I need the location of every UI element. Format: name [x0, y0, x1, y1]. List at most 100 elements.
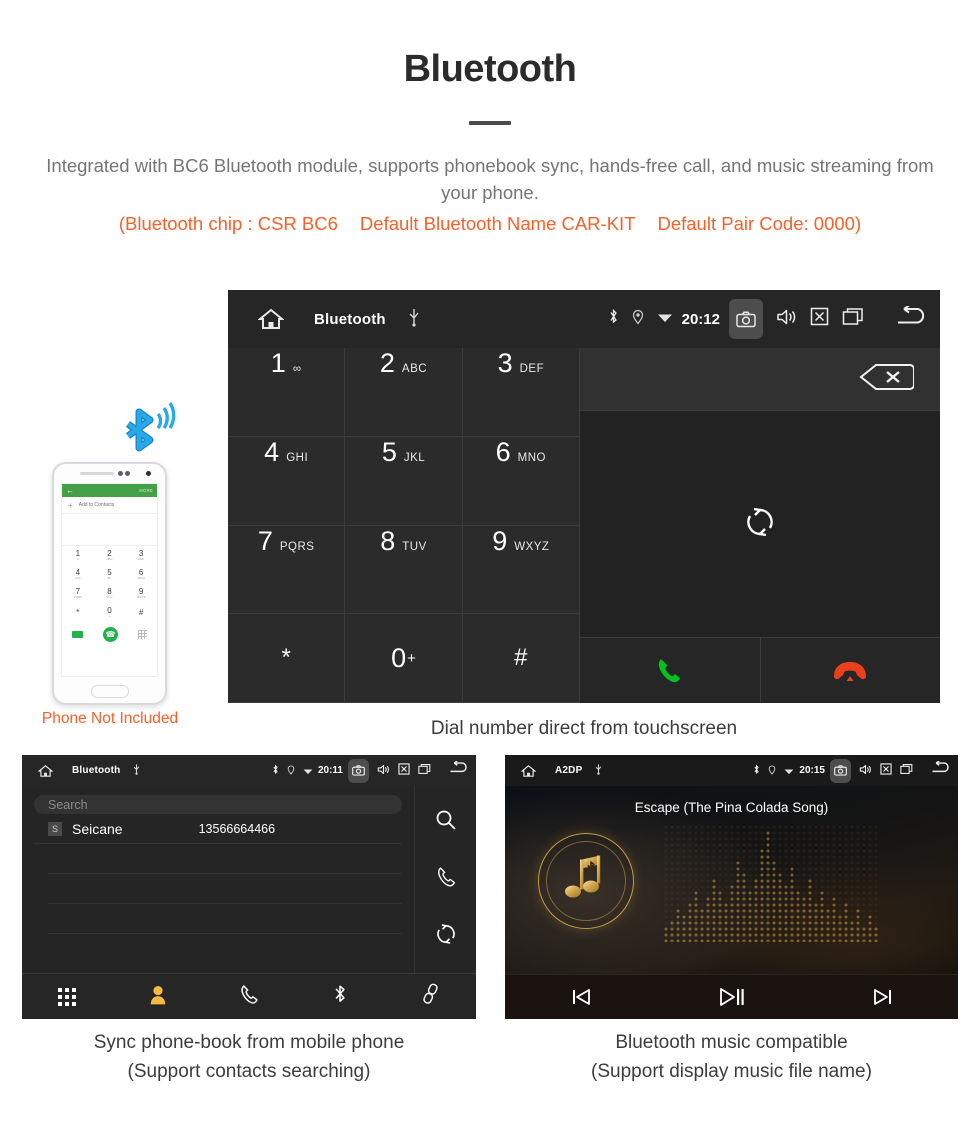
- contacts-side-actions: [414, 786, 476, 973]
- music-body: Escape (The Pina Colada Song): [505, 786, 958, 974]
- key-hash[interactable]: #: [462, 614, 580, 703]
- key-7[interactable]: 7 PQRS: [228, 525, 346, 615]
- key-3[interactable]: 3 DEF: [462, 348, 580, 437]
- album-art-ring: [538, 833, 634, 929]
- status-bar: A2DP 20:15: [505, 755, 958, 786]
- main-caption: Dial number direct from touchscreen: [430, 718, 738, 739]
- key-5[interactable]: 5 JKL: [345, 436, 463, 526]
- volume-icon[interactable]: [776, 308, 797, 331]
- screen-title: A2DP: [555, 765, 583, 776]
- search-icon[interactable]: [435, 809, 457, 836]
- backspace-icon[interactable]: [858, 362, 915, 397]
- contacts-caption-line2: (Support contacts searching): [127, 1061, 371, 1083]
- phone-more-label[interactable]: MORE: [139, 488, 153, 493]
- back-icon[interactable]: [930, 760, 951, 780]
- list-item-empty: [48, 904, 402, 934]
- camera-icon[interactable]: [830, 758, 851, 783]
- volume-icon[interactable]: [859, 762, 872, 780]
- key-9[interactable]: 9 WXYZ: [462, 525, 580, 615]
- key-6[interactable]: 6 MNO: [462, 436, 580, 526]
- previous-button[interactable]: [505, 987, 656, 1007]
- camera-icon[interactable]: [729, 299, 763, 339]
- nav-link[interactable]: [385, 983, 476, 1010]
- recents-icon[interactable]: [418, 762, 431, 780]
- volume-icon[interactable]: [377, 762, 390, 780]
- key-2[interactable]: 2 ABC: [345, 348, 463, 437]
- recents-icon[interactable]: [900, 762, 913, 780]
- phone-topbar: ← MORE: [62, 484, 157, 497]
- phone-key-8[interactable]: 8 TUV: [94, 584, 126, 603]
- spec-pair-code: Default Pair Code: 0000): [657, 212, 862, 234]
- sync-area: [580, 411, 940, 638]
- phone-videocall-icon[interactable]: [72, 630, 83, 638]
- nav-call-log[interactable]: [204, 984, 295, 1010]
- back-icon[interactable]: [448, 760, 469, 780]
- phone-key-2[interactable]: 2 ABC: [94, 546, 126, 565]
- phone-key-3[interactable]: 3 DEF: [125, 546, 157, 565]
- call-icon[interactable]: [435, 866, 457, 893]
- phone-keyboard-icon[interactable]: [138, 629, 147, 639]
- home-icon[interactable]: [521, 764, 536, 778]
- list-item-empty: [48, 844, 402, 874]
- list-item[interactable]: S Seicane 13566664466: [34, 814, 402, 844]
- bluetooth-icon: [608, 308, 619, 330]
- camera-icon[interactable]: [348, 758, 369, 783]
- phone-call-button[interactable]: ☎: [103, 626, 118, 642]
- contacts-list-panel: Search S Seicane 13566664466: [22, 786, 414, 973]
- key-star[interactable]: *: [228, 614, 346, 703]
- page-subtitle: Integrated with BC6 Bluetooth module, su…: [46, 155, 934, 203]
- phone-key-1[interactable]: 1 ∞: [62, 546, 94, 565]
- phone-sensor-2: [125, 471, 130, 476]
- back-icon[interactable]: [894, 304, 928, 333]
- play-pause-button[interactable]: [656, 986, 807, 1008]
- phone-body: ← MORE + Add to Contacts 1 ∞ 2 ABC 3 DEF 4G…: [52, 462, 167, 705]
- phone-key-hash[interactable]: #: [125, 603, 157, 622]
- dialer-body: 1 ∞ 2 ABC 3 DEF 4 GHI 5 JKL 6 MNO 7 PQRS 8 TUV 9…: [228, 348, 940, 703]
- phone-key-5[interactable]: 5 JKL: [94, 565, 126, 584]
- phone-key-star[interactable]: *: [62, 603, 94, 622]
- key-4[interactable]: 4 GHI: [228, 436, 346, 526]
- music-caption-line2: (Support display music file name): [591, 1061, 872, 1083]
- phone-key-6[interactable]: 6 MNO: [125, 565, 157, 584]
- status-bar: Bluetooth 20:12: [228, 290, 940, 348]
- phone-back-icon[interactable]: ←: [66, 486, 74, 495]
- list-item-empty: [48, 874, 402, 904]
- phone-key-9[interactable]: 9 WXYZ: [125, 584, 157, 603]
- close-icon[interactable]: [880, 762, 892, 780]
- number-display[interactable]: [580, 348, 940, 411]
- title-divider: [469, 121, 511, 125]
- home-icon[interactable]: [258, 307, 284, 331]
- key-0[interactable]: 0 +: [345, 614, 463, 703]
- status-time: 20:15: [799, 765, 825, 776]
- hangup-button[interactable]: [760, 638, 940, 703]
- phone-add-contact-row[interactable]: + Add to Contacts: [62, 497, 157, 514]
- phone-dialpad: 1 ∞ 2 ABC 3 DEF 4 GHI 5 JKL 6 MNO 7 PQRS 8 TUV 9…: [62, 546, 157, 622]
- call-button[interactable]: [580, 638, 761, 703]
- next-button[interactable]: [807, 987, 958, 1007]
- phone-home-button[interactable]: [90, 685, 129, 698]
- phone-camera: [146, 471, 151, 476]
- nav-bluetooth[interactable]: [294, 983, 385, 1010]
- usb-icon: [133, 762, 140, 780]
- bottom-nav: [22, 973, 476, 1019]
- phone-key-4[interactable]: 4 GHI: [62, 565, 94, 584]
- key-1[interactable]: 1 ∞: [228, 348, 346, 437]
- home-icon[interactable]: [38, 764, 53, 778]
- sync-icon[interactable]: [744, 506, 776, 543]
- key-8[interactable]: 8 TUV: [345, 525, 463, 615]
- call-actions: [580, 638, 940, 703]
- nav-contacts[interactable]: [113, 984, 204, 1010]
- close-icon[interactable]: [810, 307, 829, 331]
- recents-icon[interactable]: [842, 307, 864, 331]
- phone-key-7[interactable]: 7 PQRS: [62, 584, 94, 603]
- bluetooth-signal-icon: [120, 402, 190, 463]
- phone-key-0[interactable]: 0 +: [94, 603, 126, 622]
- nav-dialpad[interactable]: [22, 987, 113, 1006]
- screen-title: Bluetooth: [72, 765, 121, 776]
- contacts-icon: [148, 984, 168, 1010]
- contact-number: 13566664466: [198, 821, 276, 836]
- audio-visualizer: [664, 825, 878, 942]
- close-icon[interactable]: [398, 762, 410, 780]
- sync-icon[interactable]: [435, 923, 457, 950]
- search-input[interactable]: Search: [34, 795, 402, 814]
